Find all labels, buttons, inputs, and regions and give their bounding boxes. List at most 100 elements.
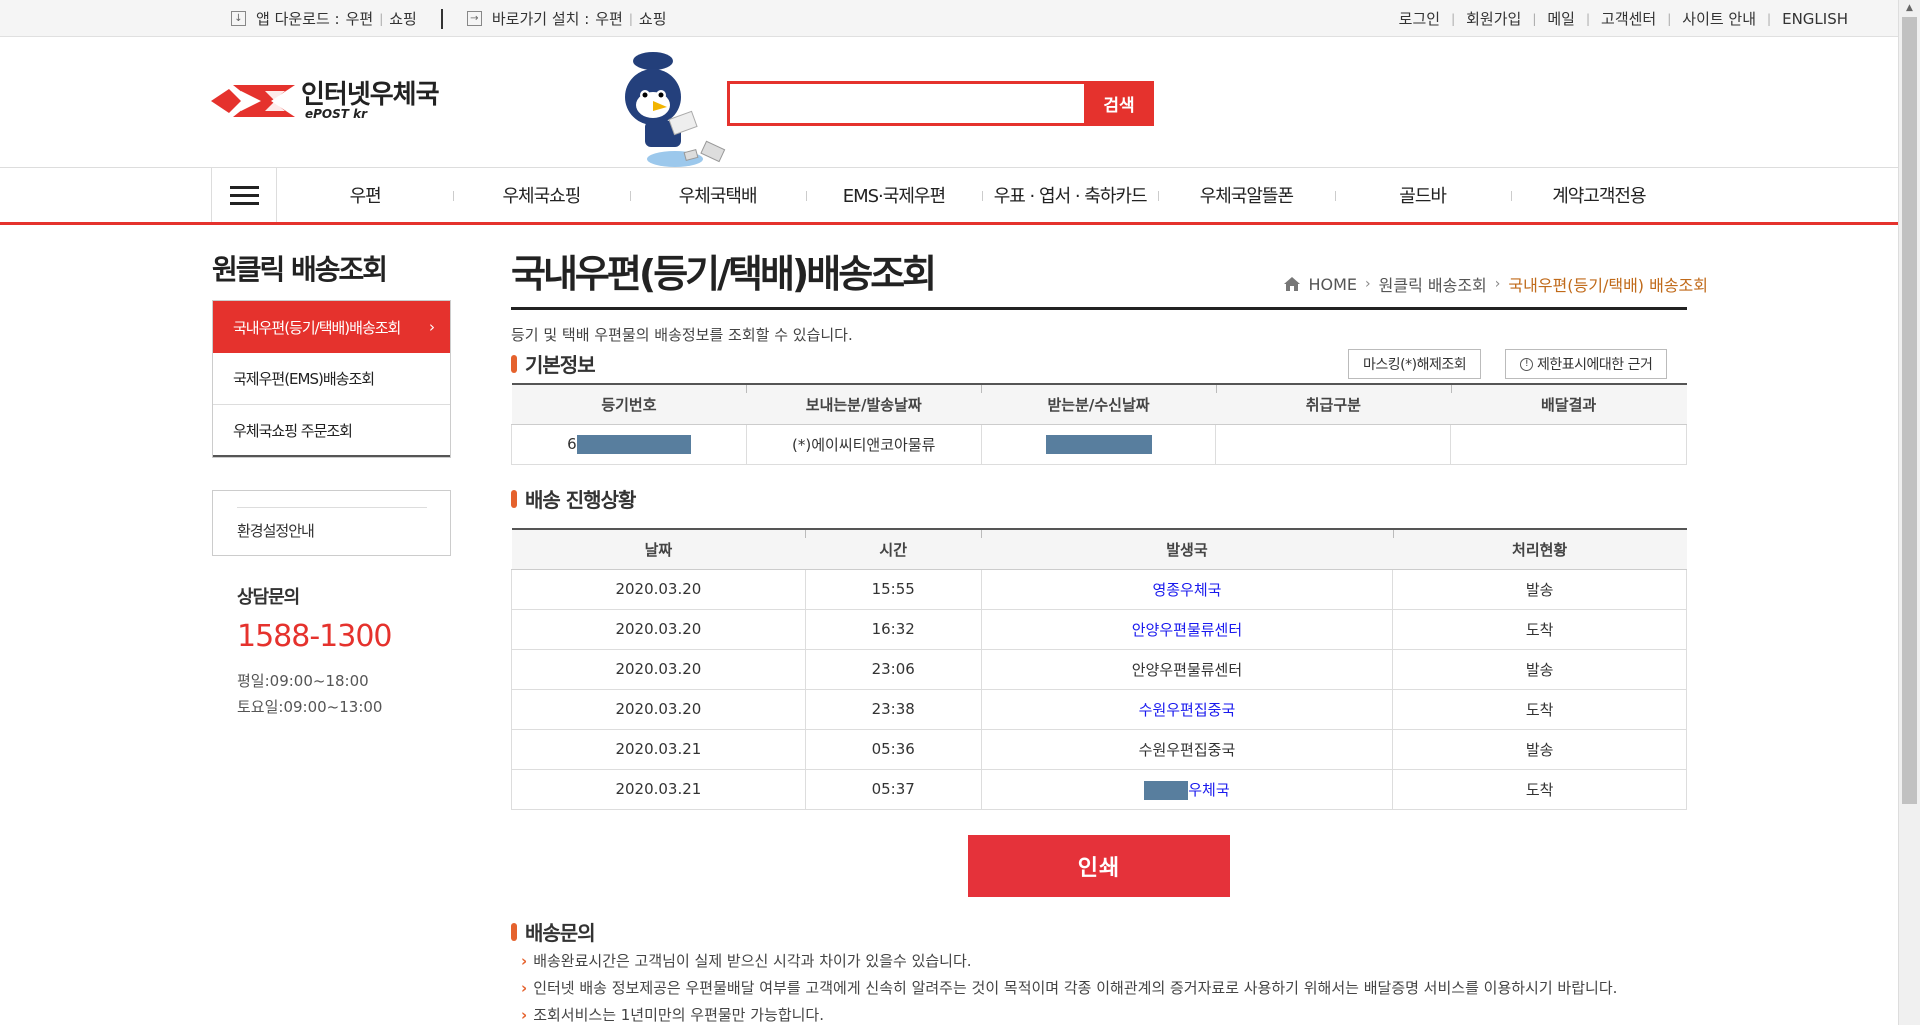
- status-cell: 발송: [1392, 569, 1687, 610]
- office-link[interactable]: 영종우체국: [1152, 581, 1221, 599]
- table-row: 2020.03.21 05:37 우체국 도착: [511, 769, 1687, 810]
- signup-link[interactable]: 회원가입: [1455, 8, 1532, 29]
- progress-title: 배송 진행상황: [511, 484, 636, 513]
- office-cell[interactable]: 수원우편집중국: [980, 689, 1394, 730]
- time-cell: 05:36: [804, 729, 982, 770]
- shortcut-icon: →: [466, 11, 482, 26]
- receiver: [980, 424, 1217, 465]
- login-link[interactable]: 로그인: [1388, 8, 1451, 29]
- list-item: 배송완료시간은 고객님이 실제 받으신 시각과 차이가 있을수 있습니다.: [521, 948, 1617, 975]
- mail-link[interactable]: 메일: [1536, 8, 1586, 29]
- date-cell: 2020.03.21: [511, 729, 806, 770]
- column-header: 등기번호: [511, 384, 747, 425]
- info-icon: !: [1520, 357, 1533, 371]
- time-cell: 23:38: [804, 689, 982, 730]
- site-guide-link[interactable]: 사이트 안내: [1671, 8, 1767, 29]
- column-header: 받는분/수신날짜: [981, 384, 1216, 425]
- office-cell[interactable]: 안양우편물류센터: [980, 609, 1394, 650]
- office-link: 수원우편집중국: [1138, 740, 1236, 759]
- sidebar-menu: 국내우편(등기/택배)배송조회 › 국제우편(EMS)배송조회 우체국쇼핑 주문…: [212, 300, 451, 458]
- date-cell: 2020.03.20: [511, 569, 806, 610]
- table-row: 2020.03.20 23:38 수원우편집중국 도착: [511, 689, 1687, 730]
- status-cell: 도착: [1392, 689, 1687, 730]
- sidebar-title: 원클릭 배송조회: [212, 253, 388, 286]
- column-header: 발생국: [981, 529, 1393, 570]
- logo-name: 인터넷우체국: [301, 80, 440, 110]
- office-cell[interactable]: 우체국: [980, 769, 1394, 810]
- time-cell: 23:06: [804, 649, 982, 690]
- time-cell: 15:55: [804, 569, 982, 610]
- top-utility-bar: ↓ 앱 다운로드 : 우편 | 쇼핑 → 바로가기 설치 : 우편 | 쇼핑 로…: [0, 0, 1898, 37]
- intro-text: 등기 및 택배 우편물의 배송정보를 조회할 수 있습니다.: [511, 326, 853, 344]
- limit-basis-button[interactable]: ! 제한표시에대한 근거: [1505, 349, 1668, 379]
- office-cell[interactable]: 영종우체국: [980, 569, 1394, 610]
- shortcut-shopping-link[interactable]: 쇼핑: [639, 8, 667, 29]
- nav-item-post[interactable]: 우편: [277, 168, 453, 222]
- contact-phone: 1588-1300: [237, 619, 393, 654]
- title-divider: [511, 307, 1687, 310]
- office-link: 안양우편물류센터: [1131, 660, 1243, 679]
- scroll-up-icon[interactable]: ▲: [1899, 0, 1920, 17]
- office-link[interactable]: 안양우편물류센터: [1132, 621, 1242, 639]
- breadcrumb-current: 국내우편(등기/택배) 배송조회: [1508, 276, 1708, 295]
- account-links: 로그인 | 회원가입 | 메일 | 고객센터 | 사이트 안내 | ENGLIS…: [1388, 8, 1859, 29]
- nav-item-parcel[interactable]: 우체국택배: [629, 168, 806, 222]
- env-guide-link[interactable]: 환경설정안내: [237, 507, 427, 541]
- time-cell: 05:37: [804, 769, 982, 810]
- office-link[interactable]: 우체국: [1188, 781, 1229, 799]
- app-download-label: 앱 다운로드 :: [256, 10, 340, 28]
- column-header: 날짜: [511, 529, 806, 570]
- sidebar-item-ems[interactable]: 국제우편(EMS)배송조회: [213, 353, 450, 405]
- env-guide-box: 환경설정안내: [212, 490, 451, 556]
- date-cell: 2020.03.20: [511, 649, 806, 690]
- status-cell: 발송: [1392, 729, 1687, 770]
- breadcrumb: HOME › 원클릭 배송조회 › 국내우편(등기/택배) 배송조회: [1284, 272, 1708, 296]
- scrollbar[interactable]: ▲: [1898, 0, 1920, 1025]
- status-cell: 도착: [1392, 769, 1687, 810]
- scrollbar-thumb[interactable]: [1902, 17, 1917, 804]
- table-row: 2020.03.21 05:36 수원우편집중국 발송: [511, 729, 1687, 770]
- search-button[interactable]: 검색: [1084, 81, 1154, 126]
- sidebar-item-domestic[interactable]: 국내우편(등기/택배)배송조회 ›: [213, 301, 450, 353]
- table-row: 2020.03.20 23:06 안양우편물류센터 발송: [511, 649, 1687, 690]
- print-button[interactable]: 인쇄: [968, 835, 1230, 897]
- nav-item-shopping[interactable]: 우체국쇼핑: [453, 168, 629, 222]
- limit-basis-label: 제한표시에대한 근거: [1537, 357, 1653, 373]
- inquiry-notes: 배송완료시간은 고객님이 실제 받으신 시각과 차이가 있을수 있습니다. 인터…: [521, 948, 1617, 1025]
- basic-info-table: 등기번호 보내는분/발송날짜 받는분/수신날짜 취급구분 배달결과 6 (*)에…: [511, 383, 1687, 465]
- site-header: 인터넷우체국 ePOST kr 검색: [0, 37, 1898, 168]
- breadcrumb-home[interactable]: HOME: [1308, 275, 1357, 294]
- nav-item-contract[interactable]: 계약고객전용: [1510, 168, 1687, 222]
- nav-item-mobile[interactable]: 우체국알뜰폰: [1158, 168, 1334, 222]
- tracking-number: 6: [511, 424, 747, 465]
- sender: (*)에이씨티앤코아물류: [745, 424, 982, 465]
- english-link[interactable]: ENGLISH: [1771, 10, 1859, 28]
- contact-info: 상담문의 1588-1300 평일:09:00~18:00 토요일:09:00~…: [237, 583, 393, 720]
- app-shopping-link[interactable]: 쇼핑: [389, 8, 417, 29]
- delivery-result: [1450, 424, 1687, 465]
- basic-info-title: 기본정보: [511, 349, 596, 378]
- sidebar-item-shopping-order[interactable]: 우체국쇼핑 주문조회: [213, 405, 450, 457]
- app-post-link[interactable]: 우편: [346, 8, 374, 29]
- divider: |: [379, 11, 384, 26]
- date-cell: 2020.03.21: [511, 769, 806, 810]
- menu-icon[interactable]: [211, 168, 277, 222]
- list-item: 인터넷 배송 정보제공은 우편물배달 여부를 고객에게 신속히 알려주는 것이 …: [521, 975, 1617, 1002]
- handling-type: [1215, 424, 1452, 465]
- breadcrumb-oneclick[interactable]: 원클릭 배송조회: [1379, 272, 1487, 296]
- office-link[interactable]: 수원우편집중국: [1139, 701, 1236, 719]
- unmask-button[interactable]: 마스킹(*)해제조회: [1348, 349, 1482, 379]
- shortcut-label: 바로가기 설치 :: [491, 10, 590, 28]
- customer-center-link[interactable]: 고객센터: [1590, 8, 1667, 29]
- search-bar: 검색: [727, 81, 1154, 126]
- divider: [440, 8, 443, 29]
- status-cell: 도착: [1392, 609, 1687, 650]
- search-input[interactable]: [727, 81, 1084, 126]
- chevron-right-icon: ›: [1494, 276, 1501, 292]
- nav-item-stamps[interactable]: 우표 · 엽서 · 축하카드: [982, 168, 1158, 222]
- site-logo[interactable]: 인터넷우체국 ePOST kr: [211, 80, 440, 121]
- shortcut-post-link[interactable]: 우편: [595, 8, 623, 29]
- nav-item-ems[interactable]: EMS·국제우편: [805, 168, 982, 222]
- nav-item-goldbar[interactable]: 골드바: [1334, 168, 1511, 222]
- table-row: 2020.03.20 16:32 안양우편물류센터 도착: [511, 609, 1687, 650]
